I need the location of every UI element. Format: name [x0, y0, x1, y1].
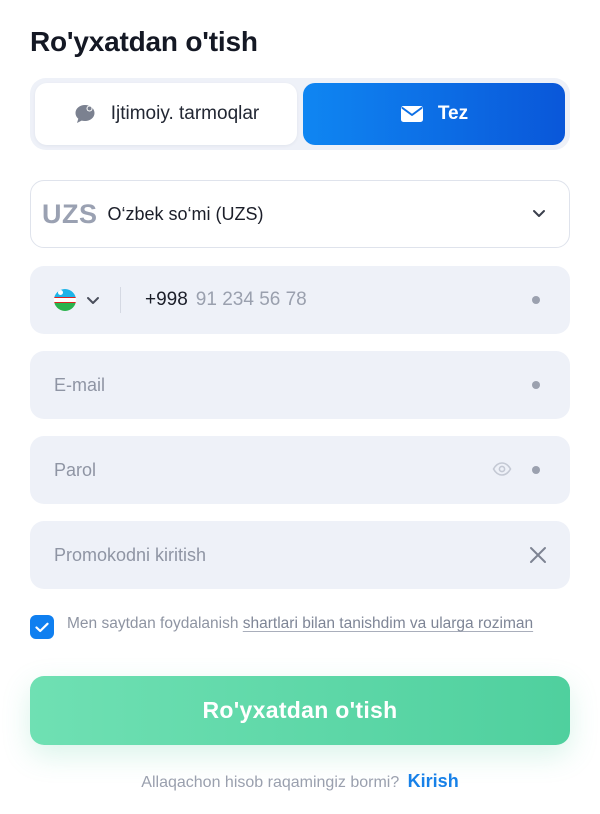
checkmark-icon — [35, 622, 49, 632]
promo-input[interactable]: Promokodni kiritish — [54, 545, 206, 566]
currency-code: UZS — [42, 198, 98, 229]
page-title: Ro'yxatdan o'tish — [30, 26, 258, 57]
currency-select[interactable]: UZS O‘zbek so‘mi (UZS) — [30, 180, 570, 248]
terms-checkbox[interactable] — [30, 615, 54, 639]
currency-name: O‘zbek so‘mi (UZS) — [107, 203, 264, 224]
phone-prefix: +998 — [145, 289, 188, 310]
divider — [120, 287, 121, 313]
tab-social-networks[interactable]: Ijtimoiy. tarmoqlar — [35, 83, 297, 145]
terms-text: Men saytdan foydalanish shartlari bilan … — [67, 613, 533, 639]
uzbekistan-flag-icon[interactable] — [54, 289, 76, 311]
login-prompt: Allaqachon hisob raqamingiz bormi? Kiris… — [0, 771, 600, 792]
terms-agreement: Men saytdan foydalanish shartlari bilan … — [30, 613, 570, 639]
email-input[interactable]: E-mail — [54, 375, 105, 396]
close-icon[interactable] — [528, 545, 548, 565]
phone-input[interactable]: 91 234 56 78 — [196, 289, 307, 311]
envelope-icon — [400, 106, 423, 122]
password-input[interactable]: Parol — [54, 460, 96, 481]
tab-fast-label: Tez — [437, 103, 469, 124]
required-dot-icon — [532, 296, 540, 304]
tab-social-label: Ijtimoiy. tarmoqlar — [110, 103, 260, 124]
terms-text-prefix: Men saytdan foydalanish — [67, 615, 243, 632]
phone-field: +998 91 234 56 78 — [30, 266, 570, 334]
registration-method-tabs: Ijtimoiy. tarmoqlar Tez — [30, 78, 570, 150]
tab-fast[interactable]: Tez — [303, 83, 565, 145]
chevron-down-icon — [533, 210, 545, 217]
chat-bubble-icon — [75, 105, 95, 123]
register-button[interactable]: Ro'yxatdan o'tish — [30, 676, 570, 745]
required-dot-icon — [532, 466, 540, 474]
terms-link[interactable]: shartlari bilan tanishdim va ularga rozi… — [243, 615, 533, 632]
login-link[interactable]: Kirish — [408, 771, 459, 791]
promo-field[interactable]: Promokodni kiritish — [30, 521, 570, 589]
password-field[interactable]: Parol — [30, 436, 570, 504]
required-dot-icon — [532, 381, 540, 389]
login-question: Allaqachon hisob raqamingiz bormi? — [141, 774, 400, 791]
chevron-down-icon[interactable] — [86, 295, 100, 305]
email-field[interactable]: E-mail — [30, 351, 570, 419]
eye-icon[interactable] — [492, 461, 512, 477]
